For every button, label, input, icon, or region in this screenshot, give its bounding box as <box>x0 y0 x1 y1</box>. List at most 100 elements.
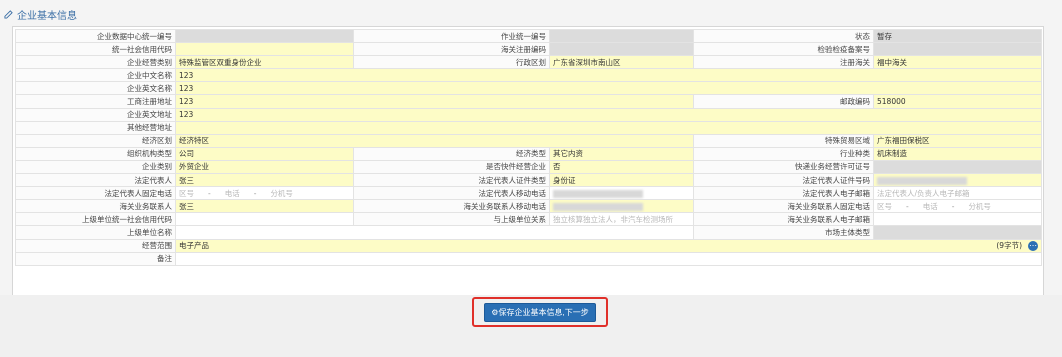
field-input[interactable]: 特殊监管区双重身份企业 <box>175 55 354 70</box>
form-row: 企业类别 外贸企业 是否快件经营企业否 快递业务经营许可证号 <box>15 159 1042 175</box>
field-label: 法定代表人证件类型 <box>353 173 550 188</box>
field-value: 广东福田保税区 <box>877 136 930 146</box>
field-input[interactable] <box>175 225 694 240</box>
field-input[interactable]: 身份证 <box>549 173 694 188</box>
field-input[interactable] <box>175 251 1042 266</box>
field-input[interactable] <box>873 159 1042 175</box>
field-input[interactable] <box>549 186 694 201</box>
field-input[interactable]: 机床制造 <box>873 146 1042 161</box>
field-input[interactable] <box>175 212 354 227</box>
separator: - <box>906 201 909 211</box>
field-input[interactable]: 518000 <box>873 94 1042 109</box>
field-label: 企业类别 <box>15 159 176 175</box>
form-row: 工商注册地址 123 邮政编码 518000 <box>15 94 1042 109</box>
form-row: 经济区划 经济特区 特殊贸易区域 广东福田保税区 <box>15 133 1042 148</box>
field-label: 企业中文名称 <box>15 68 176 83</box>
form-row: 其他经营地址 <box>15 120 1042 135</box>
field-value: 福中海关 <box>877 57 907 67</box>
section-header: 企业基本信息 <box>4 6 77 22</box>
field-label: 经济区划 <box>15 133 176 148</box>
field-value: 身份证 <box>553 175 576 185</box>
form-row: 企业英文名称 123 <box>15 81 1042 96</box>
field-input[interactable]: 经济特区 <box>175 133 694 148</box>
field-label: 上级单位名称 <box>15 225 176 240</box>
enterprise-info-panel: 企业数据中心统一编号 作业统一编号 状态 暂存 统一社会信用代码 海关注册编码 检验检疫备案… <box>12 26 1044 296</box>
field-input[interactable]: 张三 <box>175 173 354 188</box>
field-input[interactable] <box>873 225 1042 240</box>
field-input[interactable]: 123 <box>175 94 694 109</box>
field-value: 其它内资 <box>553 149 583 159</box>
field-label: 其他经营地址 <box>15 120 176 135</box>
form-row: 经营范围 电子产品 ⋯ (9字节) <box>15 238 1042 253</box>
field-label: 法定代表人移动电话 <box>353 186 550 201</box>
field-value: 518000 <box>877 97 906 107</box>
field-input[interactable]: 外贸企业 <box>175 159 354 175</box>
field-input[interactable] <box>873 212 1042 227</box>
field-value: 123 <box>179 110 194 120</box>
phone-part-placeholder: 分机号 <box>270 188 293 198</box>
separator: - <box>208 188 211 198</box>
field-placeholder: 法定代表人/负责人电子邮箱 <box>877 188 970 198</box>
form-row: 企业经营类别 特殊监管区双重身份企业 行政区划 广东省深圳市南山区 注册海关 福中海关 <box>15 55 1042 70</box>
field-input[interactable]: 123 <box>175 81 1042 96</box>
field-label: 企业英文地址 <box>15 107 176 122</box>
field-input[interactable]: 福中海关 <box>873 55 1042 70</box>
field-label: 作业统一编号 <box>353 28 550 44</box>
field-input[interactable]: 广东福田保税区 <box>873 133 1042 148</box>
field-input[interactable]: 其它内资 <box>549 146 694 161</box>
field-label: 上级单位统一社会信用代码 <box>15 212 176 227</box>
save-next-button[interactable]: ⚙保存企业基本信息,下一步 <box>484 302 596 322</box>
field-input[interactable]: 123 <box>175 107 1042 122</box>
phone-part-placeholder: 区号 <box>877 201 892 211</box>
field-label: 法定代表人电子邮箱 <box>693 186 874 201</box>
redacted-value <box>877 176 967 185</box>
field-input[interactable]: 否 <box>549 159 694 175</box>
field-value: 张三 <box>179 175 194 185</box>
field-input[interactable] <box>873 173 1042 188</box>
field-input[interactable] <box>175 42 354 57</box>
field-input[interactable] <box>873 42 1042 57</box>
field-input[interactable] <box>175 28 354 44</box>
field-value: 外贸企业 <box>179 162 209 172</box>
field-label: 经济类型 <box>353 146 550 161</box>
redacted-value <box>553 189 643 198</box>
form-row: 企业数据中心统一编号 作业统一编号 状态 暂存 <box>15 28 1042 44</box>
field-input[interactable] <box>549 28 694 44</box>
field-label: 海关业务联系人电子邮箱 <box>693 212 874 227</box>
field-value: 张三 <box>179 201 194 211</box>
field-label: 备注 <box>15 251 176 266</box>
field-input[interactable] <box>549 199 694 214</box>
field-label: 海关业务联系人移动电话 <box>353 199 550 214</box>
field-input[interactable] <box>549 42 694 57</box>
field-input[interactable]: 123 <box>175 68 1042 83</box>
field-label: 组织机构类型 <box>15 146 176 161</box>
field-label: 是否快件经营企业 <box>353 159 550 175</box>
field-label: 检验检疫备案号 <box>693 42 874 57</box>
field-label: 注册海关 <box>693 55 874 70</box>
field-label: 快递业务经营许可证号 <box>693 159 874 175</box>
expand-icon[interactable]: ⋯ <box>1028 241 1038 252</box>
field-input[interactable]: 公司 <box>175 146 354 161</box>
field-input[interactable]: 区号 - 电话 - 分机号 <box>175 186 354 201</box>
field-input[interactable]: 张三 <box>175 199 354 214</box>
field-input[interactable]: 电子产品 ⋯ (9字节) <box>175 238 1042 253</box>
form-row: 海关业务联系人 张三 海关业务联系人移动电话 海关业务联系人固定电话 区号 - 电话 - 分机号 <box>15 199 1042 214</box>
form-row: 法定代表人 张三 法定代表人证件类型 身份证 法定代表人证件号码 <box>15 173 1042 188</box>
phone-part-placeholder: 分机号 <box>968 201 991 211</box>
separator: - <box>951 201 955 211</box>
field-input[interactable]: 独立核算独立法人，非汽车检测场所 <box>549 212 694 227</box>
enterprise-info-form: 企业数据中心统一编号 作业统一编号 状态 暂存 统一社会信用代码 海关注册编码 检验检疫备案… <box>15 28 1042 266</box>
field-input[interactable]: 区号 - 电话 - 分机号 <box>873 199 1042 214</box>
field-label: 企业数据中心统一编号 <box>15 28 176 44</box>
field-input[interactable]: 暂存 <box>873 28 1042 44</box>
field-input[interactable]: 广东省深圳市南山区 <box>549 55 694 70</box>
field-input[interactable]: 法定代表人/负责人电子邮箱 <box>873 186 1042 201</box>
field-input[interactable] <box>175 120 1042 135</box>
form-row: 统一社会信用代码 海关注册编码 检验检疫备案号 <box>15 42 1042 57</box>
form-row: 企业英文地址 123 <box>15 107 1042 122</box>
field-label: 法定代表人 <box>15 173 176 188</box>
field-value: 特殊监管区双重身份企业 <box>179 57 262 67</box>
field-label: 经营范围 <box>15 238 176 253</box>
edit-icon <box>4 9 13 19</box>
field-label: 企业英文名称 <box>15 81 176 96</box>
